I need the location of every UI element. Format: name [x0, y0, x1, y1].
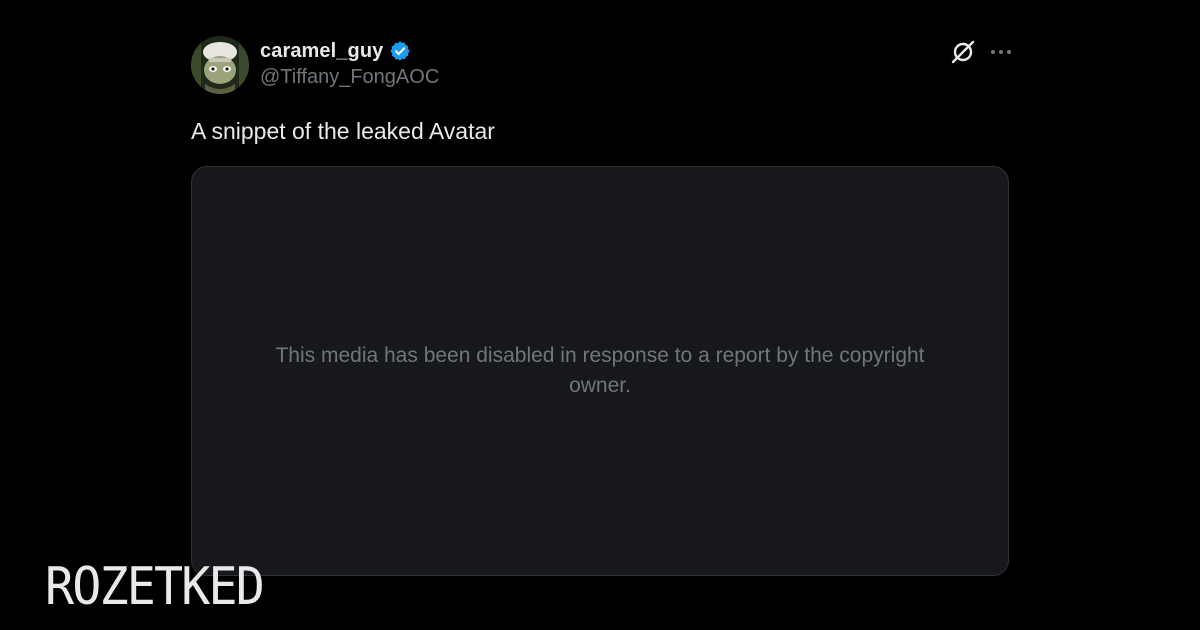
watermark-text: ROZETKED — [45, 558, 263, 612]
avatar[interactable] — [191, 36, 249, 94]
display-name[interactable]: caramel_guy — [260, 40, 383, 63]
user-handle[interactable]: @Tiffany_FongAOC — [260, 66, 439, 89]
watermark-logo: ROZETKED — [45, 557, 265, 617]
slashed-circle-icon[interactable] — [949, 38, 977, 66]
tweet-text: A snippet of the leaked Avatar — [191, 118, 495, 144]
author-block[interactable]: caramel_guy @Tiffany_FongAOC — [260, 37, 439, 89]
avatar-image — [191, 36, 249, 94]
media-placeholder[interactable]: This media has been disabled in response… — [191, 166, 1009, 576]
more-icon[interactable] — [987, 38, 1015, 66]
media-disabled-message: This media has been disabled in response… — [275, 344, 925, 397]
tweet[interactable]: caramel_guy @Tiffany_FongAOC A snippet o… — [191, 36, 1011, 581]
verified-badge-icon — [389, 40, 411, 62]
